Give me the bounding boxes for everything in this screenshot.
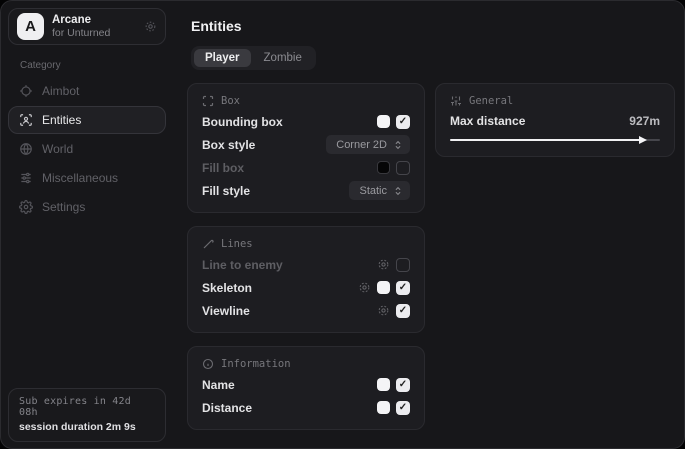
checkbox-checked[interactable]: ✓ <box>396 304 410 318</box>
row-label: Viewline <box>202 304 250 318</box>
gear-icon <box>19 200 33 214</box>
checkbox-checked[interactable]: ✓ <box>396 115 410 129</box>
row-skeleton: Skeleton ✓ <box>202 276 410 299</box>
color-swatch[interactable] <box>377 401 390 414</box>
dropdown-value: Corner 2D <box>336 139 387 151</box>
row-distance: Distance ✓ <box>202 396 410 419</box>
card-header-label: General <box>469 95 513 107</box>
gear-icon[interactable] <box>377 304 390 317</box>
app-logo: A <box>17 13 44 40</box>
session-duration-text: session duration 2m 9s <box>19 421 155 433</box>
sidebar-item-world[interactable]: World <box>8 135 166 163</box>
app-title-block: Arcane for Unturned <box>52 14 110 39</box>
checkbox-unchecked[interactable] <box>396 161 410 175</box>
page-title: Entities <box>191 18 675 34</box>
slider-fill <box>450 139 645 141</box>
color-swatch[interactable] <box>377 115 390 128</box>
app-window: A Arcane for Unturned Category Aimbot <box>0 0 685 449</box>
row-name: Name ✓ <box>202 373 410 396</box>
box-style-dropdown[interactable]: Corner 2D <box>326 135 410 154</box>
dropdown-value: Static <box>359 185 387 197</box>
checkbox-checked[interactable]: ✓ <box>396 378 410 392</box>
gear-icon[interactable] <box>358 281 371 294</box>
globe-icon <box>19 142 33 156</box>
card-header-label: Lines <box>221 238 253 250</box>
tab-zombie[interactable]: Zombie <box>253 49 313 67</box>
app-header: A Arcane for Unturned <box>8 8 166 45</box>
tab-player[interactable]: Player <box>194 49 251 67</box>
sidebar-item-settings[interactable]: Settings <box>8 193 166 221</box>
chevron-up-down-icon <box>393 140 403 150</box>
row-label: Distance <box>202 401 252 415</box>
tab-bar: Player Zombie <box>191 46 316 70</box>
max-distance-slider[interactable] <box>450 134 660 146</box>
entities-icon <box>19 113 33 127</box>
card-information-header: Information <box>202 357 410 370</box>
fill-style-dropdown[interactable]: Static <box>349 181 410 200</box>
row-label: Fill style <box>202 184 250 198</box>
sidebar-item-label: Settings <box>42 200 85 214</box>
checkbox-unchecked[interactable] <box>396 258 410 272</box>
card-header-label: Box <box>221 95 240 107</box>
row-fill-box: Fill box <box>202 156 410 179</box>
main-panel: Entities Player Zombie Box Bounding box <box>172 1 685 448</box>
color-swatch[interactable] <box>377 281 390 294</box>
crosshair-icon <box>19 84 33 98</box>
subscription-info: Sub expires in 42d 08h session duration … <box>8 388 166 442</box>
sidebar-item-aimbot[interactable]: Aimbot <box>8 77 166 105</box>
pencil-line-icon <box>202 238 214 250</box>
card-header-label: Information <box>221 358 291 370</box>
category-label: Category <box>20 60 166 71</box>
card-general-header: General <box>450 94 660 107</box>
card-general: General Max distance 927m <box>435 83 675 157</box>
box-corners-icon <box>202 95 214 107</box>
sub-expiry-text: Sub expires in 42d 08h <box>19 396 155 418</box>
card-box: Box Bounding box ✓ Box style Corner 2D <box>187 83 425 213</box>
gear-icon[interactable] <box>377 258 390 271</box>
card-lines: Lines Line to enemy Skeleton <box>187 226 425 333</box>
gear-icon[interactable] <box>144 20 157 33</box>
sidebar-item-label: Miscellaneous <box>42 171 118 185</box>
sidebar-item-miscellaneous[interactable]: Miscellaneous <box>8 164 166 192</box>
row-line-to-enemy: Line to enemy <box>202 253 410 276</box>
row-label: Name <box>202 378 235 392</box>
slider-thumb[interactable] <box>639 136 647 144</box>
chevron-up-down-icon <box>393 186 403 196</box>
sidebar-item-entities[interactable]: Entities <box>8 106 166 134</box>
app-name: Arcane <box>52 14 110 27</box>
row-label: Line to enemy <box>202 258 283 272</box>
row-box-style: Box style Corner 2D <box>202 133 410 156</box>
row-viewline: Viewline ✓ <box>202 299 410 322</box>
card-box-header: Box <box>202 94 410 107</box>
sidebar: A Arcane for Unturned Category Aimbot <box>1 1 172 448</box>
sliders-icon <box>450 95 462 107</box>
info-icon <box>202 358 214 370</box>
row-label: Bounding box <box>202 115 283 129</box>
sliders-icon <box>19 171 33 185</box>
row-label: Box style <box>202 138 255 152</box>
sidebar-nav: Aimbot Entities World Miscellaneous <box>8 77 166 221</box>
row-fill-style: Fill style Static <box>202 179 410 202</box>
sidebar-item-label: Entities <box>42 113 81 127</box>
color-swatch[interactable] <box>377 378 390 391</box>
checkbox-checked[interactable]: ✓ <box>396 281 410 295</box>
sidebar-item-label: Aimbot <box>42 84 79 98</box>
sidebar-item-label: World <box>42 142 73 156</box>
row-max-distance: Max distance 927m <box>450 110 660 131</box>
app-subtitle: for Unturned <box>52 27 110 39</box>
max-distance-value: 927m <box>629 114 660 128</box>
row-label: Fill box <box>202 161 244 175</box>
row-label: Max distance <box>450 114 525 128</box>
checkbox-checked[interactable]: ✓ <box>396 401 410 415</box>
row-bounding-box: Bounding box ✓ <box>202 110 410 133</box>
card-lines-header: Lines <box>202 237 410 250</box>
color-swatch[interactable] <box>377 161 390 174</box>
row-label: Skeleton <box>202 281 252 295</box>
card-information: Information Name ✓ Distance ✓ <box>187 346 425 430</box>
